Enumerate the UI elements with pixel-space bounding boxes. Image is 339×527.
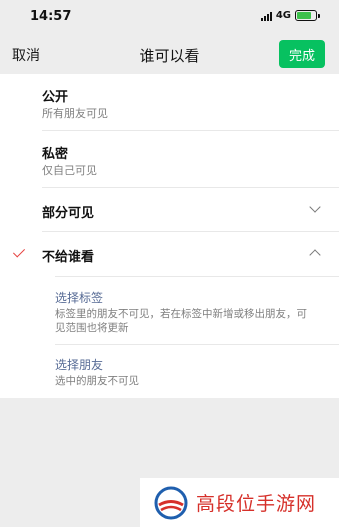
option-title: 部分可见 [42, 206, 95, 221]
select-friends-description: 选中的朋友不可见 [55, 375, 139, 387]
cancel-button[interactable]: 取消 [12, 45, 40, 65]
divider [55, 344, 339, 345]
watermark: 高段位手游网 [140, 478, 339, 527]
done-button[interactable]: 完成 [279, 40, 325, 68]
chevron-down-icon [309, 201, 321, 213]
battery-icon [295, 10, 320, 21]
watermark-text: 高段位手游网 [196, 493, 317, 515]
watermark-logo-icon [154, 486, 188, 520]
divider [55, 276, 339, 277]
signal-icon [260, 11, 272, 21]
option-subtitle: 所有朋友可见 [42, 107, 108, 120]
option-subtitle: 仅自己可见 [42, 164, 97, 177]
option-hide-from[interactable]: 不给谁看 [0, 232, 339, 276]
status-indicators: 4G [260, 10, 320, 21]
option-title: 公开 [42, 90, 69, 105]
status-bar: 14:57 4G [0, 0, 339, 34]
option-title: 私密 [42, 147, 69, 162]
option-title: 不给谁看 [42, 250, 95, 265]
select-tags-description: 标签里的朋友不可见，若在标签中新增或移出朋友，可见范围也将更新 [55, 308, 307, 334]
chevron-up-icon [309, 249, 321, 261]
visibility-options: 公开 所有朋友可见 私密 仅自己可见 部分可见 不给谁看 选择标签 标签里的朋友… [0, 74, 339, 398]
select-friends-link[interactable]: 选择朋友 [55, 356, 103, 373]
check-icon [12, 245, 26, 258]
select-tags-link[interactable]: 选择标签 [55, 289, 103, 306]
network-type: 4G [275, 10, 291, 21]
option-partial-visible[interactable]: 部分可见 [0, 188, 339, 232]
option-private[interactable]: 私密 仅自己可见 [0, 131, 339, 188]
option-public[interactable]: 公开 所有朋友可见 [0, 74, 339, 131]
nav-bar: 取消 谁可以看 完成 [0, 34, 339, 74]
hide-from-subpanel: 选择标签 标签里的朋友不可见，若在标签中新增或移出朋友，可见范围也将更新 选择朋… [0, 276, 339, 398]
status-time: 14:57 [30, 9, 72, 24]
